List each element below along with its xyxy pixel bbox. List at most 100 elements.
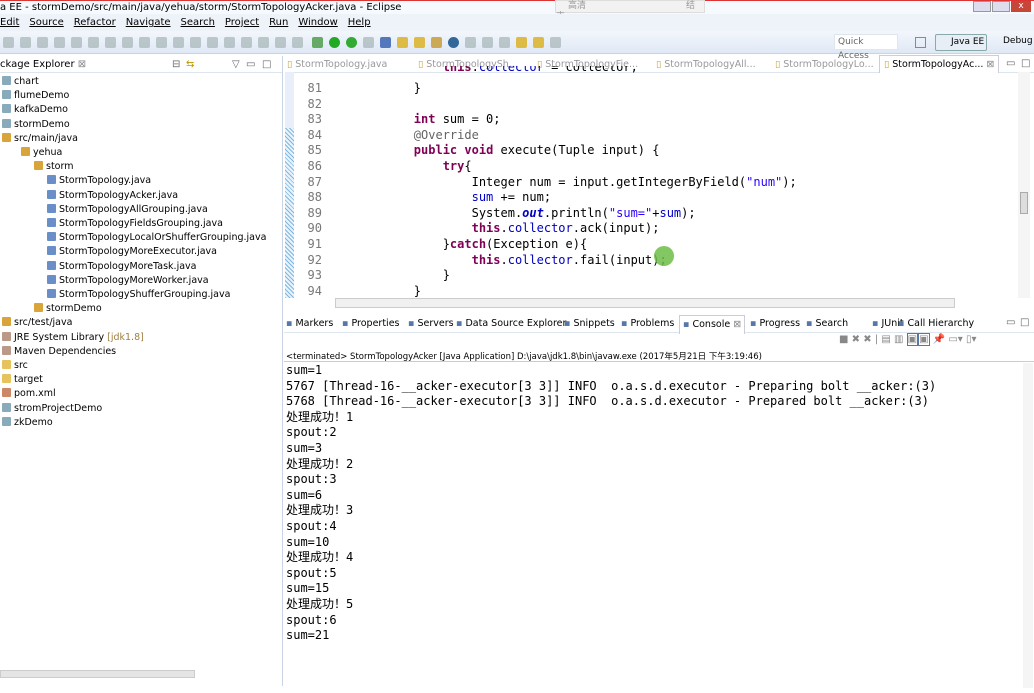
disconnect-icon[interactable]	[122, 37, 133, 48]
view-tab-search[interactable]: ▪ Search	[806, 315, 848, 333]
menu-project[interactable]: Project	[225, 17, 259, 28]
minimize-view-icon[interactable]: ▭	[246, 56, 255, 73]
view-tab-snippets[interactable]: ▪ Snippets	[564, 315, 615, 333]
close-tab-icon[interactable]: ⊠	[733, 319, 741, 330]
next-annotation-icon[interactable]	[482, 37, 494, 48]
mark-icon[interactable]	[258, 37, 269, 48]
suspend-icon[interactable]	[88, 37, 99, 48]
display-console-icon[interactable]: ▭▾	[948, 334, 962, 345]
remove-all-icon[interactable]: ✖	[863, 334, 871, 345]
new-server-icon[interactable]	[363, 37, 375, 48]
tree-item[interactable]: StormTopologyLocalOrShufferGrouping.java	[47, 231, 266, 245]
view-tab-servers[interactable]: ▪ Servers	[408, 315, 454, 333]
tree-item[interactable]: src/test/java	[2, 316, 72, 330]
print-icon[interactable]	[37, 37, 48, 48]
terminate-icon[interactable]	[105, 37, 116, 48]
maximize-button[interactable]	[992, 1, 1010, 12]
resume-icon[interactable]	[71, 37, 82, 48]
save-icon[interactable]	[3, 37, 14, 48]
tree-item[interactable]: StormTopologyMoreWorker.java	[47, 274, 209, 288]
pen-icon[interactable]	[241, 37, 252, 48]
menu-edit[interactable]: Edit	[0, 17, 19, 28]
menu-source[interactable]: Source	[29, 17, 63, 28]
run-icon[interactable]	[329, 37, 341, 48]
close-button[interactable]: x	[1011, 1, 1031, 12]
save-all-icon[interactable]	[20, 37, 31, 48]
last-edit-icon[interactable]	[516, 37, 528, 48]
hd-button[interactable]: 高清	[568, 1, 586, 11]
tree-item[interactable]: stormDemo	[34, 302, 102, 316]
show-stdout-icon[interactable]: ▣	[906, 333, 919, 346]
tree-item[interactable]: stormDemo	[2, 118, 70, 132]
open-perspective-icon[interactable]	[915, 37, 926, 48]
step-over-icon[interactable]	[156, 37, 167, 48]
menu-run[interactable]: Run	[269, 17, 288, 28]
terminate-icon[interactable]: ■	[839, 334, 848, 345]
step-into-icon[interactable]	[139, 37, 150, 48]
editor-vertical-scrollbar[interactable]	[1018, 72, 1030, 298]
remove-launch-icon[interactable]: ✖	[852, 334, 860, 345]
minimize-panel-icon[interactable]: ▭	[1006, 317, 1015, 328]
quick-access-input[interactable]: Quick Access	[834, 34, 898, 61]
tree-item[interactable]: StormTopology.java	[47, 174, 151, 188]
perspective-java-ee[interactable]: Java EE	[935, 34, 987, 51]
package-explorer-title[interactable]: ckage Explorer	[0, 59, 75, 70]
collapse-all-icon[interactable]: ⊟	[172, 56, 180, 73]
menu-search[interactable]: Search	[181, 17, 215, 28]
sync-icon[interactable]	[465, 37, 477, 48]
tree-item[interactable]: target	[2, 373, 43, 387]
tree-item[interactable]: pom.xml	[2, 387, 56, 401]
close-view-icon[interactable]: ⊠	[78, 59, 86, 70]
console-vertical-scrollbar[interactable]	[1023, 363, 1033, 688]
open-folder-icon[interactable]	[414, 37, 426, 48]
block-icon[interactable]	[275, 37, 286, 48]
menu-navigate[interactable]: Navigate	[126, 17, 171, 28]
view-tab-data-source-explorer[interactable]: ▪ Data Source Explorer	[456, 315, 566, 333]
maximize-view-icon[interactable]: □	[262, 56, 271, 73]
tree-item[interactable]: StormTopologyMoreExecutor.java	[47, 245, 217, 259]
tree-item[interactable]: src	[2, 359, 28, 373]
toggle-icon[interactable]	[224, 37, 235, 48]
minimize-button[interactable]	[973, 1, 991, 12]
search-tool-icon[interactable]	[431, 37, 443, 48]
back-icon[interactable]	[533, 37, 545, 48]
view-tab-markers[interactable]: ▪ Markers	[286, 315, 333, 333]
tree-item[interactable]: StormTopologyAcker.java	[47, 189, 178, 203]
debug-icon[interactable]	[312, 37, 324, 48]
tree-item[interactable]: StormTopologyShufferGrouping.java	[47, 288, 230, 302]
editor-horizontal-scrollbar[interactable]	[335, 298, 955, 308]
step-return-icon[interactable]	[173, 37, 184, 48]
annotation-icon[interactable]	[207, 37, 218, 48]
maximize-editor-icon[interactable]: □	[1021, 58, 1030, 69]
forward-icon[interactable]	[550, 37, 562, 48]
tree-item[interactable]: zkDemo	[2, 416, 53, 430]
new-java-icon[interactable]	[380, 37, 392, 48]
tree-item[interactable]: JRE System Library [jdk1.8]	[2, 331, 144, 345]
external-tools-icon[interactable]	[346, 37, 358, 48]
view-tab-call-hierarchy[interactable]: ▪ Call Hierarchy	[898, 315, 974, 333]
tree-item[interactable]: chart	[2, 75, 39, 89]
tree-item[interactable]: kafkaDemo	[2, 103, 68, 117]
open-type-icon[interactable]	[397, 37, 409, 48]
view-menu-icon[interactable]: ▽	[232, 56, 240, 73]
skip-breakpoints-icon[interactable]	[54, 37, 65, 48]
menu-refactor[interactable]: Refactor	[74, 17, 116, 28]
view-tab-properties[interactable]: ▪ Properties	[342, 315, 400, 333]
tree-item[interactable]: StormTopologyFieldsGrouping.java	[47, 217, 223, 231]
console-output[interactable]: sum=1 5767 [Thread-16-__acker-executor[3 …	[286, 363, 936, 644]
view-tab-problems[interactable]: ▪ Problems	[621, 315, 674, 333]
tree-item[interactable]: StormTopologyAllGrouping.java	[47, 203, 208, 217]
code-area[interactable]: this.collector = collector; 81 } 82 83 int…	[292, 66, 1012, 298]
open-console-icon[interactable]: ▯▾	[966, 334, 977, 345]
tree-item[interactable]: StormTopologyMoreTask.java	[47, 260, 197, 274]
scroll-lock-icon[interactable]: ▥	[894, 334, 903, 345]
view-tab-console[interactable]: ▪ Console ⊠	[679, 315, 746, 334]
show-stderr-icon[interactable]: ▣	[918, 333, 930, 346]
maximize-panel-icon[interactable]: □	[1020, 317, 1029, 328]
tree-item[interactable]: Maven Dependencies	[2, 345, 116, 359]
explorer-horizontal-scrollbar[interactable]	[0, 670, 195, 678]
para-icon[interactable]	[292, 37, 303, 48]
tree-item[interactable]: flumeDemo	[2, 89, 69, 103]
view-tab-progress[interactable]: ▪ Progress	[750, 315, 800, 333]
tree-item[interactable]: src/main/java	[2, 132, 78, 146]
